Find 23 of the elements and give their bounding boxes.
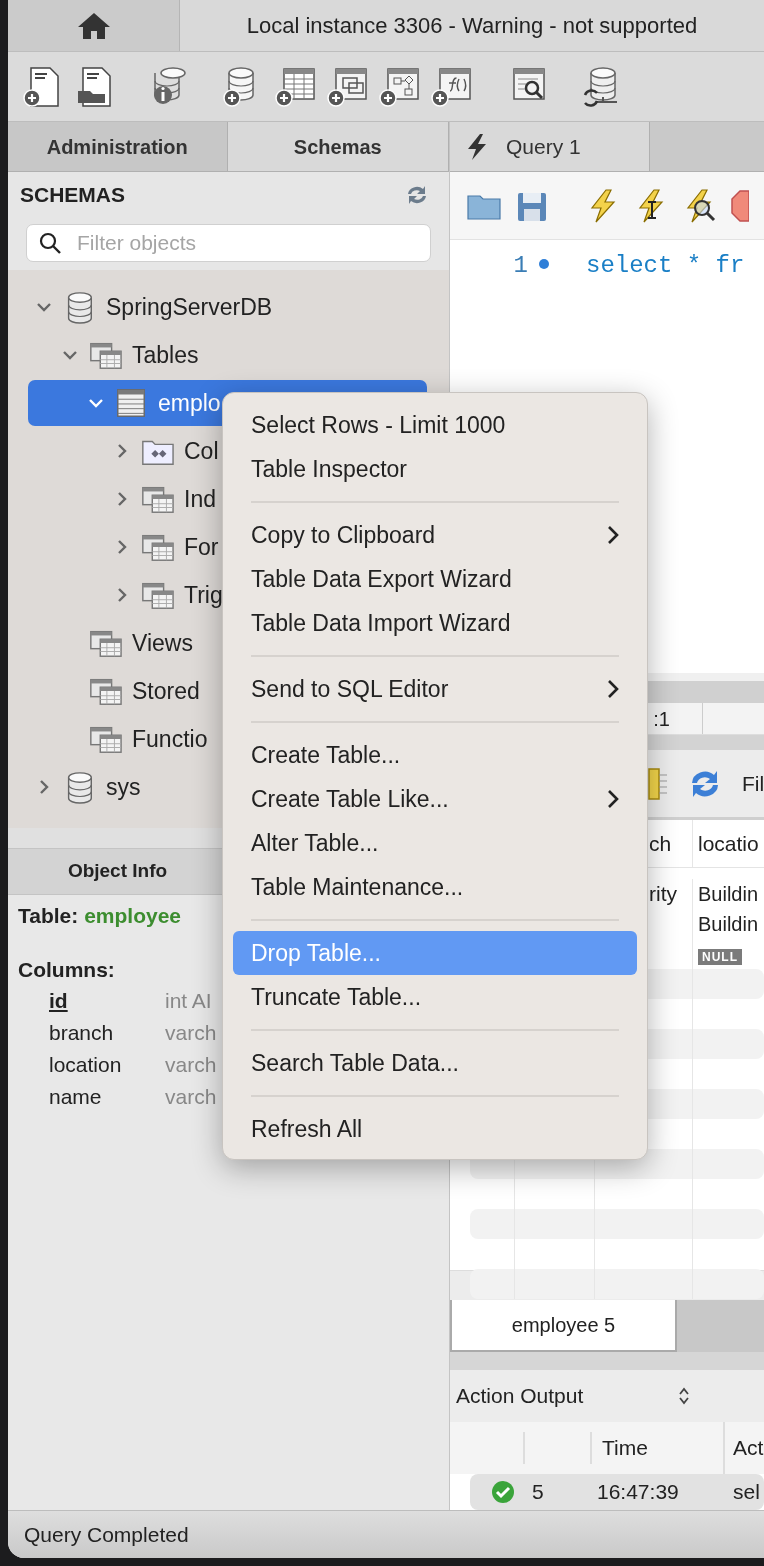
column-header: locatio: [697, 831, 760, 857]
filter-label: Fil: [742, 770, 764, 797]
table-cell-text: Buildin: [697, 912, 760, 937]
column-type: varch: [165, 1020, 217, 1046]
null-badge: NULL: [698, 949, 742, 965]
code-line: select * fr: [585, 251, 745, 281]
table-cell-text: sel: [732, 1479, 760, 1505]
status-bar: Query Completed: [8, 1510, 764, 1558]
table-cell-text: Buildin: [697, 882, 760, 907]
column-type: int AI: [165, 988, 212, 1014]
panel-title: SCHEMAS: [20, 182, 125, 209]
column-name: name: [49, 1084, 103, 1110]
line-number: 1: [512, 251, 528, 281]
column-name: id: [49, 988, 69, 1014]
column-name: location: [49, 1052, 123, 1078]
column-type: varch: [165, 1084, 217, 1110]
column-header: Act: [732, 1435, 764, 1461]
table-name-label: Table: employee: [18, 903, 182, 929]
column-type: varch: [165, 1052, 217, 1078]
column-name: branch: [49, 1020, 115, 1046]
window-title: Local instance 3306 - Warning - not supported: [245, 12, 699, 40]
table-cell-text: 5: [531, 1479, 545, 1506]
table-cell-text: 16:47:39: [596, 1479, 680, 1505]
